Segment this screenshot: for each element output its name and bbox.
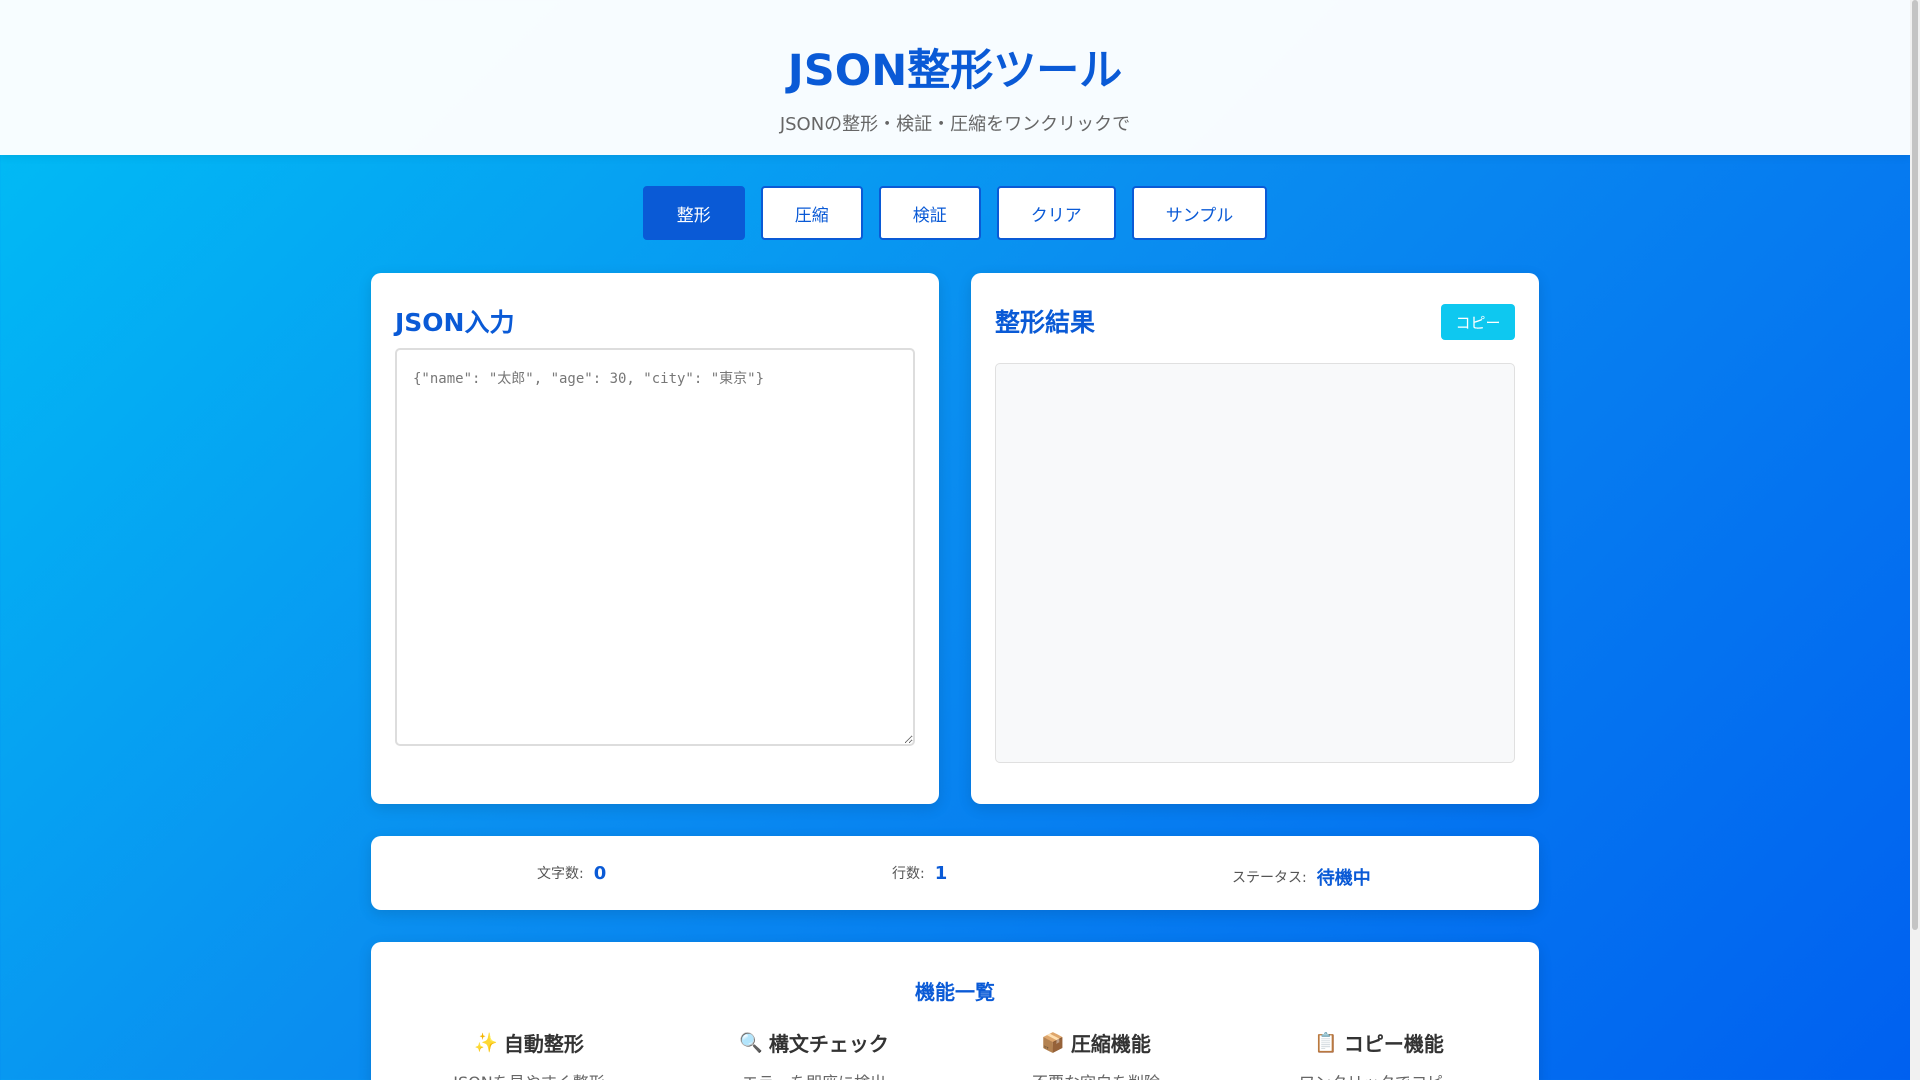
feature-title: 構文チェック — [768, 1032, 889, 1056]
feature-auto-format: ✨ 自動整形 JSONを見やすく整形 — [379, 1028, 679, 1080]
copy-button[interactable]: コピー — [1441, 304, 1515, 340]
char-count-stat: 文字数: 0 — [537, 836, 606, 910]
format-button[interactable]: 整形 — [642, 186, 745, 240]
minify-button[interactable]: 圧縮 — [760, 186, 863, 240]
line-count-value: 1 — [934, 862, 948, 884]
sparkles-icon: ✨ — [474, 1032, 498, 1054]
json-input[interactable] — [395, 348, 915, 746]
feature-syntax-check: 🔍 構文チェック エラーを即座に検出 — [664, 1028, 964, 1080]
feature-desc: エラーを即座に検出 — [664, 1069, 964, 1080]
page-scrollbar[interactable] — [1910, 0, 1920, 1080]
clipboard-icon: 📋 — [1314, 1032, 1338, 1054]
sample-button[interactable]: サンプル — [1131, 186, 1268, 240]
status-value: 待機中 — [1316, 868, 1371, 889]
input-panel: JSON入力 — [371, 273, 939, 804]
package-icon: 📦 — [1041, 1032, 1065, 1054]
status-stat: ステータス: 待機中 — [1232, 840, 1371, 914]
input-panel-title: JSON入力 — [395, 308, 515, 337]
line-count-label: 行数: — [892, 866, 925, 882]
scrollbar-thumb[interactable] — [1912, 0, 1918, 930]
feature-desc: 不要な空白を削除 — [946, 1069, 1246, 1080]
features-panel: 機能一覧 ✨ 自動整形 JSONを見やすく整形 🔍 構文チェック エラーを即座に… — [371, 942, 1539, 1080]
feature-minify: 📦 圧縮機能 不要な空白を削除 — [946, 1028, 1246, 1080]
stats-bar: 文字数: 0 行数: 1 ステータス: 待機中 — [371, 836, 1539, 910]
feature-title: コピー機能 — [1343, 1032, 1444, 1056]
features-title: 機能一覧 — [915, 980, 995, 1004]
feature-title: 自動整形 — [503, 1032, 584, 1056]
line-count-stat: 行数: 1 — [892, 836, 947, 910]
char-count-label: 文字数: — [537, 866, 584, 882]
feature-title: 圧縮機能 — [1070, 1032, 1151, 1056]
json-output[interactable] — [995, 363, 1515, 763]
char-count-value: 0 — [593, 862, 607, 884]
page-title: JSON整形ツール — [787, 46, 1123, 96]
magnifier-icon: 🔍 — [739, 1032, 763, 1054]
status-label: ステータス: — [1232, 870, 1307, 886]
clear-button[interactable]: クリア — [996, 186, 1116, 240]
toolbar: 整形 圧縮 検証 クリア サンプル — [0, 186, 1910, 240]
validate-button[interactable]: 検証 — [878, 186, 981, 240]
page-header: JSON整形ツール JSONの整形・検証・圧縮をワンクリックで — [0, 0, 1910, 155]
page-subtitle: JSONの整形・検証・圧縮をワンクリックで — [779, 114, 1131, 135]
output-panel-title: 整形結果 — [995, 308, 1096, 337]
feature-copy: 📋 コピー機能 ワンクリックでコピー — [1229, 1028, 1529, 1080]
output-panel: 整形結果 コピー — [971, 273, 1539, 804]
feature-desc: JSONを見やすく整形 — [379, 1069, 679, 1080]
feature-desc: ワンクリックでコピー — [1229, 1069, 1529, 1080]
